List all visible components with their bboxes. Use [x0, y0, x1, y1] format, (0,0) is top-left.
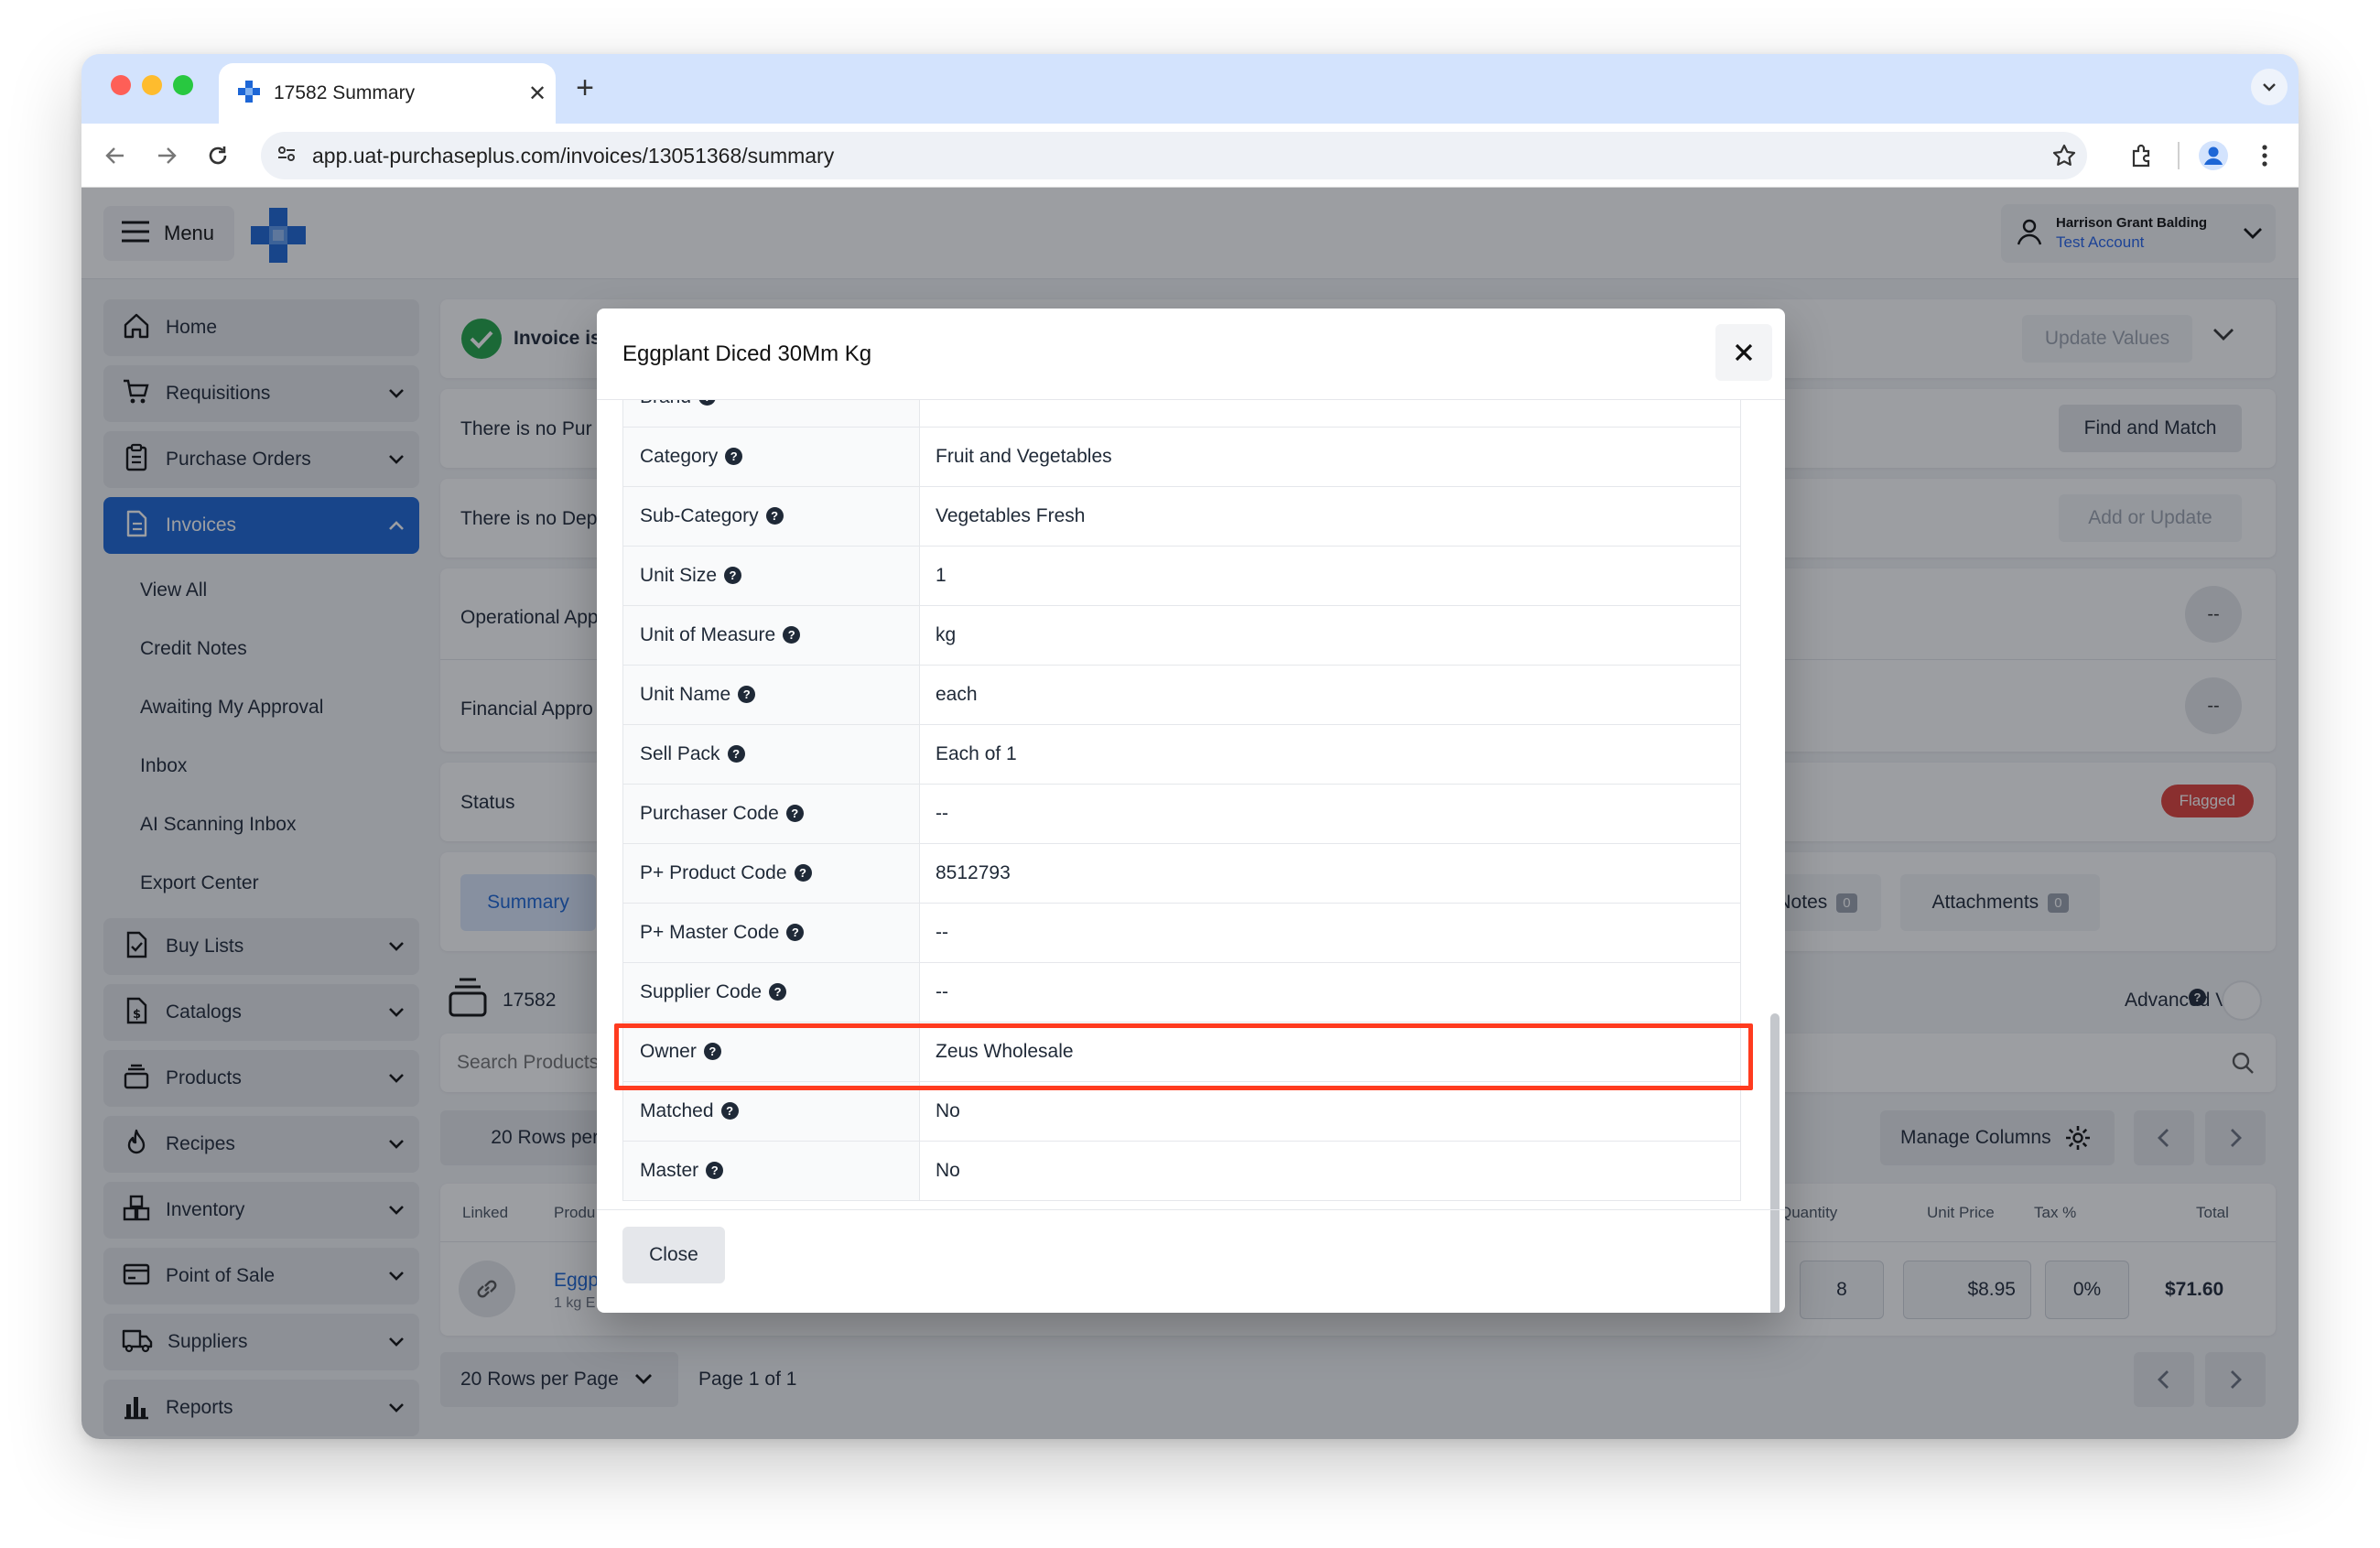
detail-value: No [919, 1141, 1741, 1201]
detail-row: Purchaser Code? -- [622, 784, 1741, 844]
help-icon[interactable]: ? [725, 447, 743, 465]
detail-key: Unit Name? [622, 665, 920, 725]
back-icon[interactable] [98, 138, 133, 173]
detail-value: 1 [919, 546, 1741, 606]
detail-row: Sell Pack? Each of 1 [622, 724, 1741, 785]
browser-menu-icon[interactable] [2251, 136, 2278, 175]
detail-value: Vegetables Fresh [919, 486, 1741, 547]
detail-row: Supplier Code? -- [622, 962, 1741, 1023]
detail-value: -- [919, 400, 1741, 428]
help-icon[interactable]: ? [765, 506, 784, 525]
modal-footer: Close [597, 1209, 1785, 1313]
browser-tab[interactable]: 17582 Summary ✕ [219, 63, 556, 124]
detail-value: Fruit and Vegetables [919, 427, 1741, 487]
detail-key: Sub-Category? [622, 486, 920, 547]
close-window-button[interactable] [111, 75, 131, 95]
detail-key: Sell Pack? [622, 724, 920, 785]
detail-value: each [919, 665, 1741, 725]
favicon-icon [237, 80, 261, 108]
help-icon[interactable]: ? [724, 566, 742, 584]
detail-key: P+ Product Code? [622, 843, 920, 904]
forward-icon[interactable] [149, 138, 184, 173]
detail-key: Unit Size? [622, 546, 920, 606]
minimize-window-button[interactable] [142, 75, 162, 95]
modal-header: Eggplant Diced 30Mm Kg [597, 309, 1785, 400]
help-icon[interactable]: ? [769, 982, 787, 1001]
close-icon[interactable] [1715, 324, 1772, 381]
profile-icon[interactable] [2194, 136, 2233, 175]
detail-value: -- [919, 784, 1741, 844]
close-button[interactable]: Close [622, 1227, 725, 1283]
tab-close-icon[interactable]: ✕ [519, 81, 556, 107]
modal-scrollbar[interactable] [1770, 400, 1780, 1313]
help-icon[interactable]: ? [706, 1161, 724, 1179]
tab-title: 17582 Summary [274, 82, 416, 103]
product-details-modal: Eggplant Diced 30Mm Kg Brand?--Category?… [597, 309, 1785, 1313]
detail-key: Matched? [622, 1081, 920, 1142]
detail-row: Sub-Category? Vegetables Fresh [622, 486, 1741, 547]
detail-value: 8512793 [919, 843, 1741, 904]
maximize-window-button[interactable] [173, 75, 193, 95]
help-icon[interactable]: ? [783, 625, 801, 644]
detail-row: Unit Size? 1 [622, 546, 1741, 606]
reload-icon[interactable] [200, 138, 235, 173]
detail-row: Unit Name? each [622, 665, 1741, 725]
help-icon[interactable]: ? [794, 863, 812, 882]
tab-search-icon[interactable] [2251, 69, 2288, 105]
help-icon[interactable]: ? [786, 923, 805, 941]
detail-key: Unit of Measure? [622, 605, 920, 666]
detail-value: -- [919, 962, 1741, 1023]
help-icon[interactable]: ? [738, 685, 756, 703]
bookmark-star-icon[interactable] [2041, 143, 2087, 168]
toolbar-divider [2178, 142, 2180, 169]
extensions-icon[interactable] [2123, 136, 2161, 175]
detail-row: P+ Master Code? -- [622, 903, 1741, 963]
detail-value: -- [919, 903, 1741, 963]
detail-value: Each of 1 [919, 724, 1741, 785]
help-icon[interactable]: ? [698, 400, 717, 406]
detail-row: Category? Fruit and Vegetables [622, 427, 1741, 487]
address-bar[interactable]: app.uat-purchaseplus.com/invoices/130513… [261, 132, 2087, 179]
site-settings-icon[interactable] [276, 143, 298, 169]
detail-key: Brand? [622, 400, 920, 428]
detail-value: No [919, 1081, 1741, 1142]
detail-key: Category? [622, 427, 920, 487]
detail-value: kg [919, 605, 1741, 666]
browser-toolbar: app.uat-purchaseplus.com/invoices/130513… [81, 124, 2299, 188]
detail-row: Unit of Measure? kg [622, 605, 1741, 666]
owner-row-highlight [614, 1023, 1753, 1090]
tab-strip: 17582 Summary ✕ + [81, 54, 2299, 124]
url-text: app.uat-purchaseplus.com/invoices/130513… [312, 143, 835, 168]
detail-key: Supplier Code? [622, 962, 920, 1023]
detail-row: Matched? No [622, 1081, 1741, 1142]
detail-key: Purchaser Code? [622, 784, 920, 844]
help-icon[interactable]: ? [727, 744, 745, 763]
detail-row: P+ Product Code? 8512793 [622, 843, 1741, 904]
detail-row: Brand?-- [622, 400, 1741, 428]
modal-title: Eggplant Diced 30Mm Kg [622, 341, 872, 366]
detail-key: P+ Master Code? [622, 903, 920, 963]
detail-row: Master? No [622, 1141, 1741, 1201]
new-tab-icon[interactable]: + [567, 70, 603, 106]
help-icon[interactable]: ? [720, 1101, 739, 1120]
detail-key: Master? [622, 1141, 920, 1201]
help-icon[interactable]: ? [785, 804, 804, 822]
